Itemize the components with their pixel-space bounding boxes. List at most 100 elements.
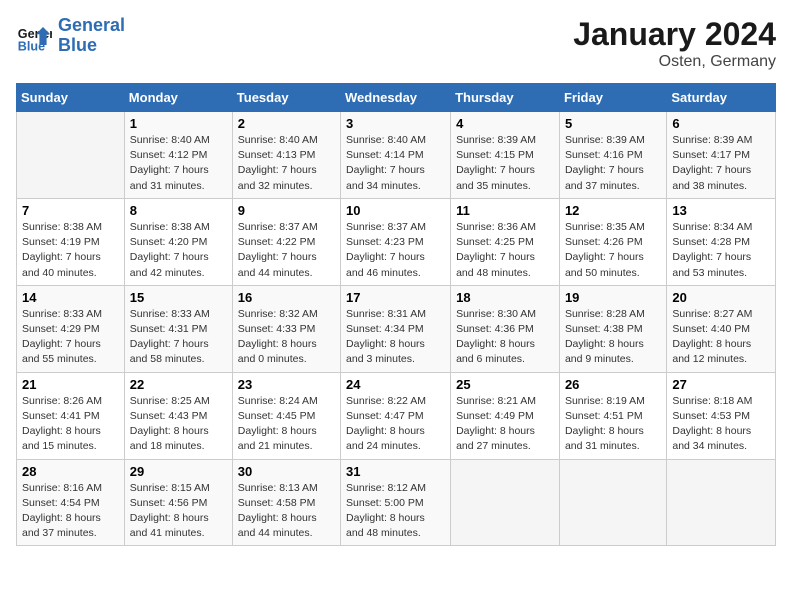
day-number: 19 — [565, 290, 661, 305]
day-info: Sunrise: 8:35 AM Sunset: 4:26 PM Dayligh… — [565, 220, 661, 281]
day-cell: 12 Sunrise: 8:35 AM Sunset: 4:26 PM Dayli… — [559, 198, 666, 285]
weekday-wednesday: Wednesday — [341, 84, 451, 112]
day-cell: 22 Sunrise: 8:25 AM Sunset: 4:43 PM Dayli… — [124, 372, 232, 459]
day-number: 25 — [456, 377, 554, 392]
day-number: 29 — [130, 464, 227, 479]
day-cell — [451, 459, 560, 546]
weekday-tuesday: Tuesday — [232, 84, 340, 112]
day-number: 26 — [565, 377, 661, 392]
day-cell: 2 Sunrise: 8:40 AM Sunset: 4:13 PM Daylig… — [232, 112, 340, 199]
weekday-thursday: Thursday — [451, 84, 560, 112]
day-number: 6 — [672, 116, 770, 131]
logo-icon: General Blue — [16, 18, 52, 54]
day-cell: 21 Sunrise: 8:26 AM Sunset: 4:41 PM Dayli… — [17, 372, 125, 459]
month-title: January 2024 — [573, 16, 776, 53]
weekday-monday: Monday — [124, 84, 232, 112]
day-cell: 9 Sunrise: 8:37 AM Sunset: 4:22 PM Daylig… — [232, 198, 340, 285]
day-cell: 25 Sunrise: 8:21 AM Sunset: 4:49 PM Dayli… — [451, 372, 560, 459]
day-cell — [667, 459, 776, 546]
day-info: Sunrise: 8:40 AM Sunset: 4:12 PM Dayligh… — [130, 133, 227, 194]
day-cell: 10 Sunrise: 8:37 AM Sunset: 4:23 PM Dayli… — [341, 198, 451, 285]
day-number: 28 — [22, 464, 119, 479]
day-info: Sunrise: 8:18 AM Sunset: 4:53 PM Dayligh… — [672, 394, 770, 455]
day-number: 16 — [238, 290, 335, 305]
day-cell: 15 Sunrise: 8:33 AM Sunset: 4:31 PM Dayli… — [124, 285, 232, 372]
day-info: Sunrise: 8:22 AM Sunset: 4:47 PM Dayligh… — [346, 394, 445, 455]
day-cell: 3Sunrise: 8:40 AM Sunset: 4:14 PM Daylig… — [341, 112, 451, 199]
day-number: 20 — [672, 290, 770, 305]
day-number: 14 — [22, 290, 119, 305]
day-info: Sunrise: 8:32 AM Sunset: 4:33 PM Dayligh… — [238, 307, 335, 368]
day-cell: 31 Sunrise: 8:12 AM Sunset: 5:00 PM Dayli… — [341, 459, 451, 546]
day-number: 11 — [456, 203, 554, 218]
day-info: Sunrise: 8:33 AM Sunset: 4:31 PM Dayligh… — [130, 307, 227, 368]
week-row-3: 21 Sunrise: 8:26 AM Sunset: 4:41 PM Dayli… — [17, 372, 776, 459]
day-cell: 13Sunrise: 8:34 AM Sunset: 4:28 PM Dayli… — [667, 198, 776, 285]
day-cell: 6 Sunrise: 8:39 AM Sunset: 4:17 PM Daylig… — [667, 112, 776, 199]
day-number: 22 — [130, 377, 227, 392]
day-number: 18 — [456, 290, 554, 305]
week-row-2: 14 Sunrise: 8:33 AM Sunset: 4:29 PM Dayli… — [17, 285, 776, 372]
day-number: 3 — [346, 116, 445, 131]
week-row-0: 1Sunrise: 8:40 AM Sunset: 4:12 PM Daylig… — [17, 112, 776, 199]
day-cell: 18 Sunrise: 8:30 AM Sunset: 4:36 PM Dayli… — [451, 285, 560, 372]
day-info: Sunrise: 8:39 AM Sunset: 4:17 PM Dayligh… — [672, 133, 770, 194]
day-info: Sunrise: 8:12 AM Sunset: 5:00 PM Dayligh… — [346, 481, 445, 542]
logo-text: GeneralBlue — [58, 16, 125, 56]
day-number: 13 — [672, 203, 770, 218]
day-info: Sunrise: 8:37 AM Sunset: 4:23 PM Dayligh… — [346, 220, 445, 281]
day-number: 23 — [238, 377, 335, 392]
location: Osten, Germany — [573, 53, 776, 71]
day-info: Sunrise: 8:16 AM Sunset: 4:54 PM Dayligh… — [22, 481, 119, 542]
weekday-sunday: Sunday — [17, 84, 125, 112]
day-cell: 27Sunrise: 8:18 AM Sunset: 4:53 PM Dayli… — [667, 372, 776, 459]
week-row-4: 28 Sunrise: 8:16 AM Sunset: 4:54 PM Dayli… — [17, 459, 776, 546]
day-cell: 8Sunrise: 8:38 AM Sunset: 4:20 PM Daylig… — [124, 198, 232, 285]
day-cell: 24 Sunrise: 8:22 AM Sunset: 4:47 PM Dayli… — [341, 372, 451, 459]
day-info: Sunrise: 8:39 AM Sunset: 4:16 PM Dayligh… — [565, 133, 661, 194]
day-info: Sunrise: 8:13 AM Sunset: 4:58 PM Dayligh… — [238, 481, 335, 542]
day-info: Sunrise: 8:15 AM Sunset: 4:56 PM Dayligh… — [130, 481, 227, 542]
day-cell: 30Sunrise: 8:13 AM Sunset: 4:58 PM Dayli… — [232, 459, 340, 546]
day-cell: 14 Sunrise: 8:33 AM Sunset: 4:29 PM Dayli… — [17, 285, 125, 372]
day-number: 7 — [22, 203, 119, 218]
day-number: 4 — [456, 116, 554, 131]
day-number: 10 — [346, 203, 445, 218]
day-info: Sunrise: 8:21 AM Sunset: 4:49 PM Dayligh… — [456, 394, 554, 455]
day-number: 8 — [130, 203, 227, 218]
day-number: 24 — [346, 377, 445, 392]
day-info: Sunrise: 8:40 AM Sunset: 4:13 PM Dayligh… — [238, 133, 335, 194]
day-info: Sunrise: 8:33 AM Sunset: 4:29 PM Dayligh… — [22, 307, 119, 368]
day-info: Sunrise: 8:37 AM Sunset: 4:22 PM Dayligh… — [238, 220, 335, 281]
day-info: Sunrise: 8:30 AM Sunset: 4:36 PM Dayligh… — [456, 307, 554, 368]
day-cell: 16 Sunrise: 8:32 AM Sunset: 4:33 PM Dayli… — [232, 285, 340, 372]
day-info: Sunrise: 8:25 AM Sunset: 4:43 PM Dayligh… — [130, 394, 227, 455]
day-cell: 23 Sunrise: 8:24 AM Sunset: 4:45 PM Dayli… — [232, 372, 340, 459]
weekday-friday: Friday — [559, 84, 666, 112]
day-info: Sunrise: 8:19 AM Sunset: 4:51 PM Dayligh… — [565, 394, 661, 455]
week-row-1: 7 Sunrise: 8:38 AM Sunset: 4:19 PM Daylig… — [17, 198, 776, 285]
day-number: 31 — [346, 464, 445, 479]
day-number: 15 — [130, 290, 227, 305]
day-number: 12 — [565, 203, 661, 218]
day-cell: 5Sunrise: 8:39 AM Sunset: 4:16 PM Daylig… — [559, 112, 666, 199]
day-cell: 11 Sunrise: 8:36 AM Sunset: 4:25 PM Dayli… — [451, 198, 560, 285]
day-cell: 4Sunrise: 8:39 AM Sunset: 4:15 PM Daylig… — [451, 112, 560, 199]
logo: General Blue GeneralBlue — [16, 16, 125, 56]
day-number: 9 — [238, 203, 335, 218]
day-number: 2 — [238, 116, 335, 131]
day-cell: 28 Sunrise: 8:16 AM Sunset: 4:54 PM Dayli… — [17, 459, 125, 546]
day-info: Sunrise: 8:26 AM Sunset: 4:41 PM Dayligh… — [22, 394, 119, 455]
day-info: Sunrise: 8:36 AM Sunset: 4:25 PM Dayligh… — [456, 220, 554, 281]
day-info: Sunrise: 8:31 AM Sunset: 4:34 PM Dayligh… — [346, 307, 445, 368]
calendar-table: SundayMondayTuesdayWednesdayThursdayFrid… — [16, 83, 776, 546]
day-number: 17 — [346, 290, 445, 305]
weekday-header-row: SundayMondayTuesdayWednesdayThursdayFrid… — [17, 84, 776, 112]
day-cell: 7 Sunrise: 8:38 AM Sunset: 4:19 PM Daylig… — [17, 198, 125, 285]
day-number: 21 — [22, 377, 119, 392]
day-cell: 1Sunrise: 8:40 AM Sunset: 4:12 PM Daylig… — [124, 112, 232, 199]
day-cell: 26 Sunrise: 8:19 AM Sunset: 4:51 PM Dayli… — [559, 372, 666, 459]
day-info: Sunrise: 8:24 AM Sunset: 4:45 PM Dayligh… — [238, 394, 335, 455]
day-info: Sunrise: 8:27 AM Sunset: 4:40 PM Dayligh… — [672, 307, 770, 368]
day-info: Sunrise: 8:38 AM Sunset: 4:19 PM Dayligh… — [22, 220, 119, 281]
